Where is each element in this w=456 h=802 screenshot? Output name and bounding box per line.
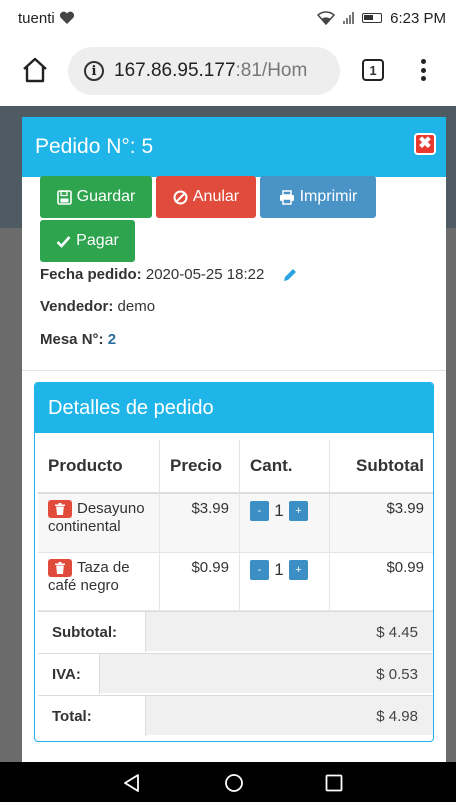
close-glyph: ✖ [418, 135, 432, 152]
qty-value: 1 [274, 559, 284, 579]
url-path: :81/Hom [235, 60, 308, 81]
total-value: $ 4.98 [376, 707, 418, 725]
product-cell: Taza de café negro [38, 552, 160, 611]
save-icon [56, 189, 72, 205]
details-title: Detalles de pedido [35, 383, 433, 433]
seller-label: Vendedor: [40, 298, 114, 315]
price-cell: $3.99 [159, 493, 240, 553]
order-date-line: Fecha pedido: 2020-05-25 18:22 [40, 266, 298, 283]
home-icon[interactable] [20, 55, 50, 85]
close-icon[interactable]: ✖ [414, 133, 436, 155]
tax-label: IVA: [38, 654, 100, 694]
qty-decrement-button[interactable]: - [250, 559, 269, 580]
quantity-stepper: - 1 + [250, 559, 319, 580]
trash-icon[interactable] [48, 500, 72, 519]
battery-icon [362, 13, 383, 23]
modal-header: Pedido N°: 5 ✖ [22, 117, 446, 177]
divider [22, 370, 446, 371]
column-header-qty: Cant. [239, 440, 330, 494]
details-panel: Detalles de pedido Producto Precio Cant.… [34, 382, 434, 742]
subtotal-cell: $0.99 [329, 552, 433, 611]
tab-count: 1 [369, 62, 377, 78]
subtotal-row: Subtotal: $ 4.45 [38, 611, 433, 652]
product-name-line2: continental [48, 518, 121, 536]
back-icon[interactable] [122, 773, 142, 793]
column-header-price: Precio [159, 440, 240, 494]
status-right: 6:23 PM [317, 10, 446, 27]
details-table: Producto Precio Cant. Subtotal Desayuno … [38, 440, 433, 611]
product-name-line1: Desayuno [77, 500, 145, 517]
save-button[interactable]: Guardar [40, 176, 152, 218]
recents-icon[interactable] [325, 774, 343, 792]
cancel-button[interactable]: Anular [156, 176, 256, 218]
table-number: 2 [107, 331, 117, 348]
print-label: Imprimir [299, 188, 358, 205]
table-row: Desayuno continental $3.99 - 1 + $3.99 [38, 493, 433, 553]
subtotal-value: $ 4.45 [376, 623, 418, 641]
trash-icon[interactable] [48, 558, 72, 577]
details-title-text: Detalles de pedido [48, 396, 214, 419]
modal-title: Pedido N°: 5 [35, 135, 154, 158]
circle-home-icon[interactable] [224, 773, 244, 793]
qty-decrement-button[interactable]: - [250, 501, 269, 521]
clock: 6:23 PM [390, 9, 446, 27]
product-cell: Desayuno continental [38, 493, 160, 553]
table-row: Taza de café negro $0.99 - 1 + $0.99 [38, 552, 433, 611]
table-line: Mesa N°: 2 [40, 331, 116, 348]
quantity-stepper: - 1 + [250, 501, 319, 521]
table-label: Mesa N°: [40, 331, 104, 348]
status-left: tuenti [18, 10, 75, 27]
subtotal-cell: $3.99 [329, 493, 433, 553]
print-button[interactable]: Imprimir [260, 176, 376, 218]
save-label: Guardar [76, 188, 136, 205]
pencil-icon[interactable] [282, 267, 298, 283]
qty-increment-button[interactable]: + [289, 559, 308, 580]
wifi-icon [317, 11, 336, 25]
address-bar[interactable]: i 167.86.95.177:81/Hom [68, 47, 340, 95]
url-host: 167.86.95.177 [114, 60, 236, 81]
cancel-label: Anular [192, 188, 240, 205]
info-icon[interactable]: i [84, 61, 104, 81]
order-date-label: Fecha pedido: [40, 266, 142, 283]
check-icon [56, 235, 71, 248]
qty-increment-button[interactable]: + [289, 501, 308, 521]
system-nav-bar [0, 762, 456, 802]
qty-value: 1 [274, 501, 284, 520]
qty-cell: - 1 + [239, 552, 330, 611]
order-modal: Pedido N°: 5 ✖ Guardar Anular Imprimir P… [22, 117, 446, 762]
signal-icon [343, 12, 355, 24]
price-cell: $0.99 [159, 552, 240, 611]
table-header-row: Producto Precio Cant. Subtotal [38, 440, 433, 494]
order-date-value: 2020-05-25 18:22 [145, 266, 265, 283]
ban-icon [173, 190, 188, 204]
column-header-product: Producto [38, 440, 160, 494]
product-name-line2: café negro [48, 576, 119, 594]
total-row: Total: $ 4.98 [38, 695, 433, 736]
column-header-subtotal: Subtotal [329, 440, 433, 494]
browser-toolbar: i 167.86.95.177:81/Hom 1 [0, 36, 456, 106]
pay-label: Pagar [76, 232, 119, 249]
seller-value: demo [117, 298, 156, 315]
pay-button[interactable]: Pagar [40, 220, 135, 262]
status-bar: tuenti 6:23 PM [0, 0, 456, 36]
total-label: Total: [38, 696, 146, 736]
tax-row: IVA: $ 0.53 [38, 653, 433, 694]
product-name-line1: Taza de [77, 558, 130, 576]
menu-icon[interactable] [418, 56, 428, 84]
tax-value: $ 0.53 [376, 665, 418, 683]
subtotal-label: Subtotal: [38, 612, 146, 652]
carrier-label: tuenti [18, 9, 55, 27]
tabs-icon[interactable]: 1 [362, 59, 384, 81]
heart-icon [59, 11, 74, 24]
qty-cell: - 1 + [239, 493, 330, 553]
seller-line: Vendedor: demo [40, 298, 155, 315]
print-icon [279, 189, 294, 205]
